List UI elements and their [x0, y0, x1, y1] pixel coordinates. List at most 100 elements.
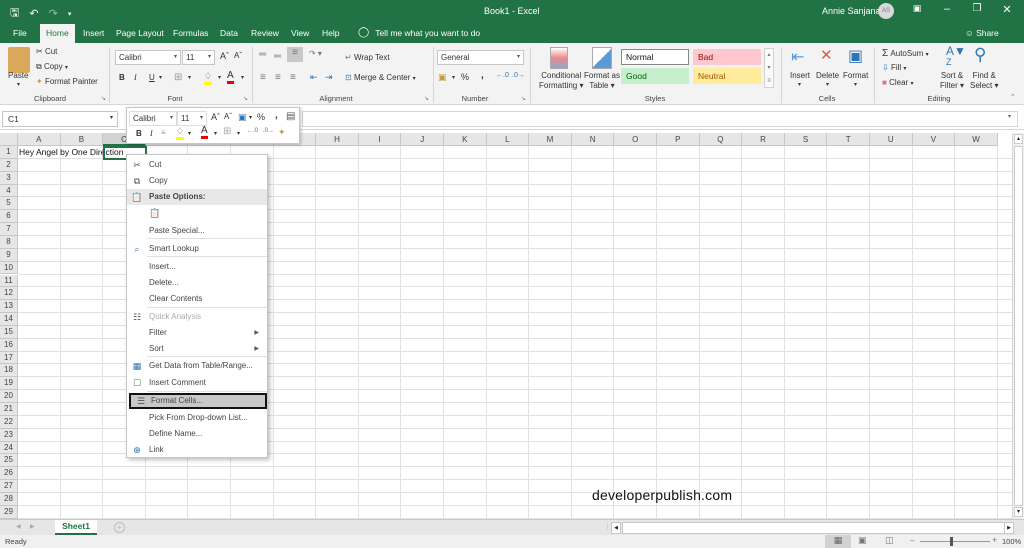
insert-cells-button[interactable]: Insert — [790, 71, 810, 80]
save-icon[interactable]: 🖫 — [10, 4, 19, 23]
zoom-slider-thumb[interactable] — [950, 537, 953, 546]
merge-center-button[interactable]: ⊡ Merge & Center ▾ — [345, 73, 416, 82]
tell-me-box[interactable]: ◯ Tell me what you want to do — [358, 27, 480, 38]
decrease-decimal-icon[interactable]: .0→ — [512, 72, 525, 79]
row-header-9[interactable]: 9 — [0, 248, 18, 262]
name-box[interactable]: C1 ▾ — [2, 111, 118, 127]
row-header-27[interactable]: 27 — [0, 480, 18, 493]
row-header-1[interactable]: 1 — [0, 146, 18, 159]
accounting-format-icon[interactable]: ▣ — [438, 72, 447, 83]
row-header-15[interactable]: 15 — [0, 325, 18, 339]
row-header-16[interactable]: 16 — [0, 338, 18, 352]
underline-dropdown-icon[interactable]: ▾ — [159, 74, 162, 81]
column-header-a[interactable]: A — [18, 133, 61, 146]
column-header-o[interactable]: O — [614, 133, 657, 146]
orientation-icon[interactable]: ↷ ▾ — [309, 49, 322, 58]
borders-icon[interactable]: ⊞ — [174, 72, 182, 83]
increase-indent-icon[interactable]: ⇥ — [325, 72, 333, 83]
column-header-r[interactable]: R — [742, 133, 785, 146]
mini-fill-dropdown-icon[interactable]: ▾ — [188, 130, 191, 137]
menu-item-paste-special[interactable]: Paste Special... — [127, 223, 267, 239]
menu-item-define-name[interactable]: Define Name... — [127, 426, 267, 442]
mini-center-icon[interactable]: ≡ — [161, 128, 166, 137]
menu-item-insert[interactable]: Insert... — [127, 259, 267, 275]
italic-button[interactable]: I — [134, 73, 137, 82]
column-header-q[interactable]: Q — [699, 133, 743, 146]
column-header-s[interactable]: S — [784, 133, 828, 146]
share-button[interactable]: ☺ Share — [965, 28, 999, 38]
styles-scroll[interactable]: ▴ ▾ ≡ — [764, 48, 774, 88]
row-header-11[interactable]: 11 — [0, 274, 18, 288]
normal-view-icon[interactable]: ▦ — [825, 535, 851, 548]
menu-item-cut[interactable]: ✂ Cut — [127, 157, 267, 173]
borders-dropdown-icon[interactable]: ▾ — [188, 74, 191, 81]
tab-page-layout[interactable]: Page Layout — [116, 28, 164, 38]
scroll-up-icon[interactable]: ▴ — [1014, 134, 1023, 144]
row-header-12[interactable]: 12 — [0, 287, 18, 301]
row-header-6[interactable]: 6 — [0, 210, 18, 224]
select-all-corner[interactable] — [0, 133, 18, 146]
row-header-29[interactable]: 29 — [0, 505, 18, 519]
zoom-slider[interactable] — [920, 541, 990, 542]
new-sheet-icon[interactable]: + — [114, 522, 125, 533]
column-header-u[interactable]: U — [870, 133, 913, 146]
split-handle-icon[interactable]: ⋮ — [604, 523, 611, 531]
decrease-font-icon[interactable]: Aˇ — [234, 51, 242, 60]
column-header-n[interactable]: N — [571, 133, 615, 146]
style-neutral[interactable]: Neutral — [693, 68, 761, 84]
row-header-2[interactable]: 2 — [0, 158, 18, 172]
mini-decrease-decimal-icon[interactable]: .0→ — [263, 128, 274, 134]
conditional-formatting-button[interactable]: Conditional Formatting ▾ — [539, 71, 583, 91]
redo-icon[interactable]: ↷ — [49, 7, 58, 20]
column-header-m[interactable]: M — [529, 133, 572, 146]
underline-button[interactable]: U — [149, 73, 155, 82]
fill-color-icon[interactable]: ♢ — [204, 71, 213, 85]
ribbon-display-options-icon[interactable]: ▣ — [907, 3, 927, 14]
column-header-p[interactable]: P — [657, 133, 700, 146]
column-header-l[interactable]: L — [486, 133, 530, 146]
row-header-21[interactable]: 21 — [0, 403, 18, 416]
mini-font-name-combo[interactable]: Calibri ▾ — [129, 111, 177, 126]
menu-item-filter[interactable]: Filter ▶ — [127, 325, 267, 341]
scroll-down-icon[interactable]: ▾ — [1014, 507, 1023, 517]
close-icon[interactable]: ✕ — [997, 3, 1017, 16]
paste-dropdown-icon[interactable]: ▾ — [17, 81, 20, 88]
page-break-view-icon[interactable]: ◫ — [885, 535, 894, 546]
find-select-button[interactable]: Find & Select ▾ — [970, 71, 998, 91]
increase-decimal-icon[interactable]: ←.0 — [496, 72, 509, 79]
row-header-8[interactable]: 8 — [0, 235, 18, 249]
row-header-7[interactable]: 7 — [0, 223, 18, 236]
decrease-indent-icon[interactable]: ⇤ — [310, 72, 318, 83]
conditional-formatting-icon[interactable] — [550, 47, 568, 69]
mini-accounting-icon[interactable]: ▣ — [238, 112, 247, 123]
mini-percent-button[interactable]: % — [257, 112, 265, 122]
middle-align-icon[interactable]: ═ — [274, 51, 281, 62]
mini-font-color-icon[interactable]: A — [201, 125, 208, 139]
insert-dropdown-icon[interactable]: ▾ — [798, 81, 801, 88]
row-header-18[interactable]: 18 — [0, 364, 18, 378]
bold-button[interactable]: B — [119, 73, 125, 82]
align-center-icon[interactable]: ≡ — [275, 72, 281, 83]
column-header-w[interactable]: W — [955, 133, 998, 146]
mini-decrease-font-icon[interactable]: Aˇ — [224, 112, 232, 121]
sort-filter-icon[interactable]: A▼ Z — [946, 45, 966, 67]
expand-formula-icon[interactable]: ▾ — [1008, 113, 1011, 120]
menu-item-paste-keep-formatting[interactable]: 📋 — [127, 205, 267, 221]
tab-help[interactable]: Help — [322, 28, 339, 38]
row-header-13[interactable]: 13 — [0, 300, 18, 314]
mini-italic-button[interactable]: I — [150, 129, 153, 138]
mini-borders-dropdown-icon[interactable]: ▾ — [237, 130, 240, 137]
row-header-20[interactable]: 20 — [0, 390, 18, 403]
tab-home[interactable]: Home — [40, 24, 75, 43]
tab-view[interactable]: View — [291, 28, 309, 38]
formula-input[interactable] — [302, 111, 1018, 127]
tab-review[interactable]: Review — [251, 28, 279, 38]
menu-item-quick-analysis[interactable]: ☷ Quick Analysis — [127, 309, 267, 325]
bottom-align-icon[interactable]: ≡ — [287, 47, 303, 62]
format-as-table-button[interactable]: Format as Table ▾ — [584, 71, 620, 91]
row-header-14[interactable]: 14 — [0, 313, 18, 326]
alignment-launcher-icon[interactable]: ↘ — [424, 95, 429, 102]
row-header-10[interactable]: 10 — [0, 261, 18, 275]
column-header-t[interactable]: T — [827, 133, 870, 146]
style-normal[interactable]: Normal — [621, 49, 689, 65]
